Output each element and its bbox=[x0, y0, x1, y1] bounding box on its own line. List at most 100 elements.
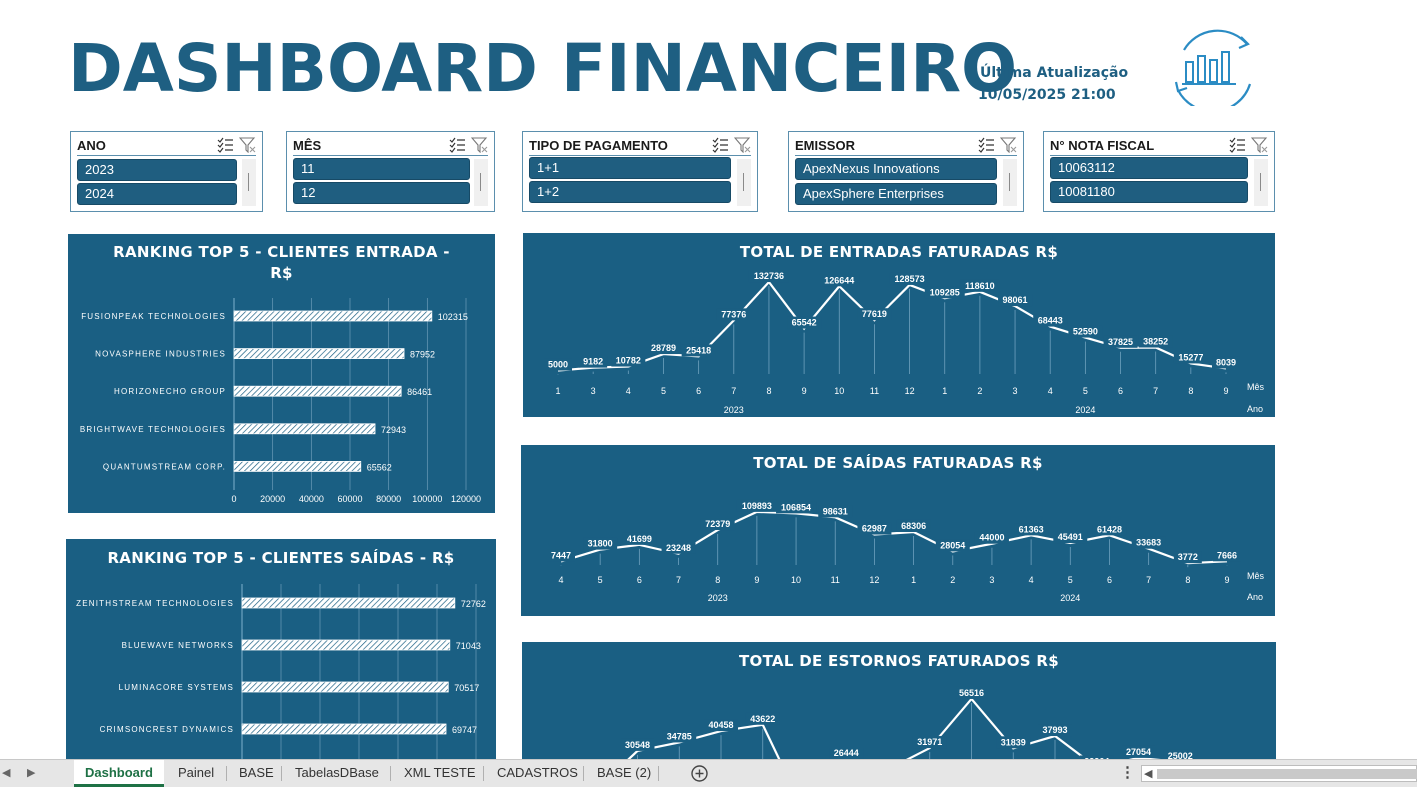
multi-select-icon[interactable] bbox=[449, 137, 466, 153]
slicer-scrollbar[interactable] bbox=[474, 159, 488, 206]
slicer-title: ANO bbox=[77, 138, 106, 153]
axis-title-month: Mês bbox=[1247, 571, 1265, 581]
saidas-chart[interactable]: TOTAL DE SAÍDAS FATURADAS R$ 7447 31800 41… bbox=[521, 445, 1275, 616]
slicer-item[interactable]: 1+1 bbox=[529, 157, 731, 179]
data-label: 9182 bbox=[583, 357, 603, 367]
data-label: 102315 bbox=[438, 312, 468, 322]
slicer-header: N° NOTA FISCAL bbox=[1050, 135, 1268, 156]
slicer-header: ANO bbox=[77, 135, 256, 156]
data-label: 70517 bbox=[454, 683, 479, 693]
slicer-nota-fiscal: N° NOTA FISCAL 10063112 10081180 bbox=[1043, 131, 1275, 212]
entradas-chart[interactable]: TOTAL DE ENTRADAS FATURADAS R$ 5000 9182 1… bbox=[523, 233, 1275, 417]
x-tick-label: 9 bbox=[754, 575, 759, 585]
slicer-scrollbar[interactable] bbox=[242, 159, 256, 206]
horizontal-scrollbar[interactable]: ◀ bbox=[1141, 765, 1417, 782]
x-tick-label: 3 bbox=[1013, 386, 1018, 396]
ranking-entrada-chart[interactable]: RANKING TOP 5 - CLIENTES ENTRADA - R$ 02… bbox=[68, 234, 495, 513]
multi-select-icon[interactable] bbox=[712, 137, 729, 153]
tab-separator bbox=[583, 766, 584, 781]
clear-filter-icon[interactable] bbox=[471, 137, 488, 153]
last-update-label: Última Atualização bbox=[980, 65, 1129, 81]
ranking-entrada-plot: 0 20000 40000 60000 80000 100000 120000 FUSIONP… bbox=[80, 298, 481, 504]
x-tick-label: 10 bbox=[791, 575, 801, 585]
x-tick-label: 2 bbox=[950, 575, 955, 585]
multi-select-icon[interactable] bbox=[217, 137, 234, 153]
clear-filter-icon[interactable] bbox=[1251, 137, 1268, 153]
data-label: 109285 bbox=[930, 287, 960, 297]
x-tick-label: 120000 bbox=[451, 494, 481, 504]
slicer-scrollbar[interactable] bbox=[1003, 159, 1017, 206]
slicer-mes: MÊS 11 12 bbox=[286, 131, 495, 212]
tab-tabelasdbase[interactable]: TabelasDBase bbox=[295, 760, 379, 787]
data-label: 38252 bbox=[1143, 336, 1168, 346]
slicer-item[interactable]: 2024 bbox=[77, 183, 237, 205]
slicer-item[interactable]: ApexSphere Enterprises bbox=[795, 183, 997, 205]
x-tick-label: 4 bbox=[626, 386, 631, 396]
add-sheet-icon[interactable] bbox=[690, 764, 709, 783]
slicer-title: TIPO DE PAGAMENTO bbox=[529, 138, 668, 153]
scroll-thumb[interactable] bbox=[1157, 769, 1417, 779]
tab-cadastros[interactable]: CADASTROS bbox=[497, 760, 578, 787]
data-label: 77619 bbox=[862, 309, 887, 319]
tab-base[interactable]: BASE bbox=[239, 760, 274, 787]
x-tick-label: 6 bbox=[696, 386, 701, 396]
slicer-scrollbar[interactable] bbox=[1254, 159, 1268, 206]
slicer-item[interactable]: 10081180 bbox=[1050, 181, 1248, 203]
scroll-left-icon[interactable]: ◀ bbox=[1144, 767, 1152, 780]
clear-filter-icon[interactable] bbox=[1000, 137, 1017, 153]
slicer-item[interactable]: 11 bbox=[293, 158, 470, 180]
data-label: 8039 bbox=[1216, 357, 1236, 367]
estornos-chart[interactable]: TOTAL DE ESTORNOS FATURADOS R$ 160861096… bbox=[522, 642, 1276, 760]
slicer-item[interactable]: 12 bbox=[293, 182, 470, 204]
slicer-item[interactable]: 1+2 bbox=[529, 181, 731, 203]
data-label: 31971 bbox=[917, 737, 942, 747]
data-label: 7666 bbox=[1217, 550, 1237, 560]
more-options-icon[interactable]: ⋮ bbox=[1120, 763, 1135, 781]
data-label: 71043 bbox=[456, 641, 481, 651]
tab-base-2[interactable]: BASE (2) bbox=[597, 760, 651, 787]
tab-xml-teste[interactable]: XML TESTE bbox=[404, 760, 476, 787]
prev-sheet-icon[interactable]: ◀ bbox=[2, 766, 10, 779]
clear-filter-icon[interactable] bbox=[239, 137, 256, 153]
next-sheet-icon[interactable]: ▶ bbox=[27, 766, 35, 779]
tab-painel[interactable]: Painel bbox=[178, 760, 214, 787]
x-tick-label: 6 bbox=[637, 575, 642, 585]
entradas-plot: 5000 9182 1078228789 2541877376132736655421… bbox=[544, 270, 1265, 415]
x-tick-label: 9 bbox=[802, 386, 807, 396]
data-label: 10782 bbox=[616, 356, 641, 366]
data-label: 15277 bbox=[1178, 352, 1203, 362]
dashboard-title: DASHBOARD FINANCEIRO bbox=[68, 30, 1018, 107]
category-label: ZENITHSTREAM TECHNOLOGIES bbox=[76, 599, 234, 608]
x-tick-label: 10 bbox=[834, 386, 844, 396]
bar bbox=[241, 723, 447, 735]
data-label: 3772 bbox=[1178, 552, 1198, 562]
category-label: HORIZONECHO GROUP bbox=[114, 387, 226, 396]
bar bbox=[241, 597, 456, 609]
x-tick-label: 8 bbox=[715, 575, 720, 585]
bar bbox=[241, 681, 449, 693]
slicer-ano: ANO 2023 2024 bbox=[70, 131, 263, 212]
slicer-scrollbar[interactable] bbox=[737, 159, 751, 206]
multi-select-icon[interactable] bbox=[1229, 137, 1246, 153]
ranking-saidas-chart[interactable]: RANKING TOP 5 - CLIENTES SAÍDAS - R$ ZEN… bbox=[66, 539, 496, 760]
axis-title-month: Mês bbox=[1247, 382, 1265, 392]
multi-select-icon[interactable] bbox=[978, 137, 995, 153]
tab-separator bbox=[390, 766, 391, 781]
data-label: 128573 bbox=[895, 274, 925, 284]
tab-dashboard[interactable]: Dashboard bbox=[74, 760, 164, 787]
refresh-chart-icon[interactable] bbox=[1168, 26, 1256, 106]
clear-filter-icon[interactable] bbox=[734, 137, 751, 153]
data-label: 126644 bbox=[824, 275, 854, 285]
data-label: 72943 bbox=[381, 425, 406, 435]
slicer-item[interactable]: 10063112 bbox=[1050, 157, 1248, 179]
x-tick-label: 100000 bbox=[412, 494, 442, 504]
slicer-item[interactable]: 2023 bbox=[77, 159, 237, 181]
data-label: 72762 bbox=[461, 599, 486, 609]
data-label: 61363 bbox=[1019, 524, 1044, 534]
slicer-item[interactable]: ApexNexus Innovations bbox=[795, 158, 997, 180]
data-label: 52590 bbox=[1073, 327, 1098, 337]
x-tick-label: 2 bbox=[977, 386, 982, 396]
x-tick-label: 6 bbox=[1107, 575, 1112, 585]
slicer-title: EMISSOR bbox=[795, 138, 855, 153]
x-tick-label: 5 bbox=[1083, 386, 1088, 396]
